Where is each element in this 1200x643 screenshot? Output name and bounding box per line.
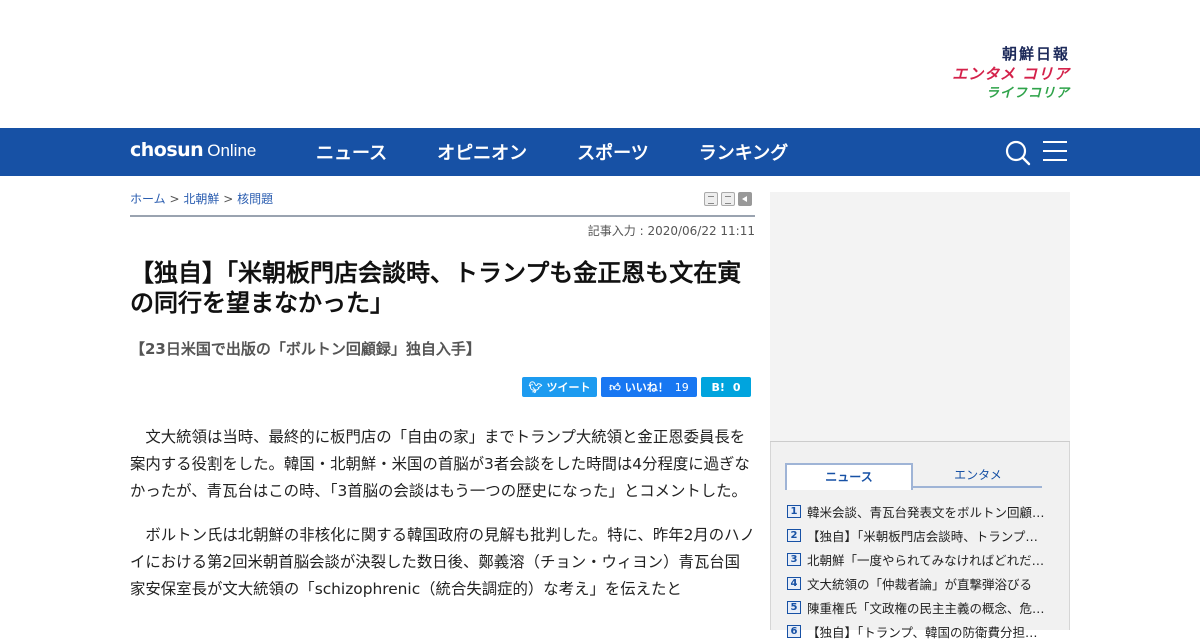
- like-count: 19: [674, 380, 689, 394]
- tweet-label: ツイート: [546, 381, 591, 394]
- article-subhead: 【23日米国で出版の「ボルトン回顧録」独自入手】: [130, 340, 481, 358]
- article-body: 文大統領は当時、最終的に板門店の「自由の家」までトランプ大統領と金正恩委員長を案…: [130, 424, 755, 620]
- rank-title: 北朝鮮「一度やられてみなければどれだけ痛いか分からない」: [807, 552, 1047, 568]
- breadcrumb-home[interactable]: ホーム: [130, 192, 166, 206]
- brand-chosun-link[interactable]: 朝鮮日報: [920, 44, 1070, 64]
- brand-entame-link[interactable]: エンタメ コリア: [920, 64, 1070, 84]
- search-icon[interactable]: [1005, 140, 1031, 166]
- article-headline: 【独自】「米朝板門店会談時、トランプも金正恩も文在寅の同行を望まなかった」: [130, 259, 742, 317]
- back-arrow-icon[interactable]: [738, 192, 752, 206]
- ranking-tabs: ニュース エンタメ: [785, 463, 1042, 490]
- print-icon[interactable]: [704, 192, 718, 206]
- text-size-icon[interactable]: [721, 192, 735, 206]
- social-buttons: 🐦︎ ツイート 👍︎ いいね！ 19 B! 0: [522, 377, 751, 397]
- sidebar-ad-slot: [770, 192, 1070, 442]
- hatena-label: B!: [711, 380, 725, 394]
- breadcrumb: ホーム > 北朝鮮 > 核問題: [130, 190, 273, 207]
- rank-title: 文大統領の「仲裁者論」が直撃弾浴びる: [807, 576, 1033, 592]
- breadcrumb-separator: >: [223, 192, 234, 206]
- ranking-item[interactable]: 2 【独自】「米朝板門店会談時、トランプも金正恩も文在寅の同行を望まなかった」: [787, 523, 1057, 547]
- tweet-button[interactable]: 🐦︎ ツイート: [522, 377, 597, 397]
- ranking-list: 1 韓米会談、青瓦台発表文をボルトン回顧録と比べてみると 2 【独自】「米朝板門店会…: [787, 499, 1057, 643]
- ranking-item[interactable]: 5 陳重権氏「文政権の民主主義の概念、危険水域に」: [787, 595, 1057, 619]
- site-logo[interactable]: chosun Online: [130, 139, 256, 161]
- article-paragraph: 文大統領は当時、最終的に板門店の「自由の家」までトランプ大統領と金正恩委員長を案…: [130, 428, 750, 500]
- article-divider: [130, 215, 755, 217]
- rank-title: 陳重権氏「文政権の民主主義の概念、危険水域に」: [807, 600, 1047, 616]
- hatena-count: 0: [732, 380, 741, 394]
- breadcrumb-separator: >: [169, 192, 180, 206]
- rank-number: 6: [787, 624, 801, 638]
- article-date: 記事入力 : 2020/06/22 11:11: [587, 224, 755, 238]
- ranking-item[interactable]: 1 韓米会談、青瓦台発表文をボルトン回顧録と比べてみると: [787, 499, 1057, 523]
- tab-news[interactable]: ニュース: [785, 463, 913, 490]
- rank-number: 5: [787, 600, 801, 614]
- tab-entame[interactable]: エンタメ: [914, 463, 1042, 488]
- rank-number: 3: [787, 552, 801, 566]
- like-label: いいね！: [624, 381, 669, 394]
- rank-title: 【独自】「トランプ、韓国の防衛費分担金は50億ドルを要求」: [807, 624, 1047, 640]
- rank-number: 1: [787, 504, 801, 518]
- brand-life-link[interactable]: ライフコリア: [920, 84, 1070, 104]
- ranking-item[interactable]: 3 北朝鮮「一度やられてみなければどれだけ痛いか分からない」: [787, 547, 1057, 571]
- nav-item-news[interactable]: ニュース: [316, 139, 387, 165]
- twitter-bird-icon: 🐦︎: [528, 380, 543, 394]
- nav-item-ranking[interactable]: ランキング: [699, 139, 788, 165]
- logo-main-text: chosun: [130, 139, 204, 161]
- rank-number: 4: [787, 576, 801, 590]
- nav-item-sports[interactable]: スポーツ: [577, 139, 649, 165]
- nav-item-opinion[interactable]: オピニオン: [437, 139, 527, 165]
- ranking-item[interactable]: 6 【独自】「トランプ、韓国の防衛費分担金は50億ドルを要求」: [787, 619, 1057, 643]
- facebook-like-button[interactable]: 👍︎ いいね！ 19: [601, 377, 697, 397]
- article-paragraph: ボルトン氏は北朝鮮の非核化に関する韓国政府の見解も批判した。特に、昨年2月のハノ…: [130, 526, 755, 598]
- breadcrumb-nuclear[interactable]: 核問題: [237, 192, 273, 206]
- rank-title: 韓米会談、青瓦台発表文をボルトン回顧録と比べてみると: [807, 504, 1047, 520]
- menu-icon[interactable]: [1043, 141, 1067, 163]
- rank-title: 【独自】「米朝板門店会談時、トランプも金正恩も文在寅の同行を望まなかった」: [807, 528, 1047, 544]
- rank-number: 2: [787, 528, 801, 542]
- nav-menu: ニュース オピニオン スポーツ ランキング: [316, 128, 788, 176]
- ranking-item[interactable]: 4 文大統領の「仲裁者論」が直撃弾浴びる: [787, 571, 1057, 595]
- hatena-bookmark-button[interactable]: B! 0: [701, 377, 751, 397]
- top-header: 朝鮮日報 エンタメ コリア ライフコリア: [0, 0, 1200, 128]
- thumbs-up-icon: 👍︎: [609, 380, 621, 394]
- article-tools: [704, 192, 752, 206]
- logo-sub-text: Online: [207, 141, 257, 160]
- breadcrumb-north-korea[interactable]: 北朝鮮: [183, 192, 219, 206]
- brand-links: 朝鮮日報 エンタメ コリア ライフコリア: [920, 44, 1070, 104]
